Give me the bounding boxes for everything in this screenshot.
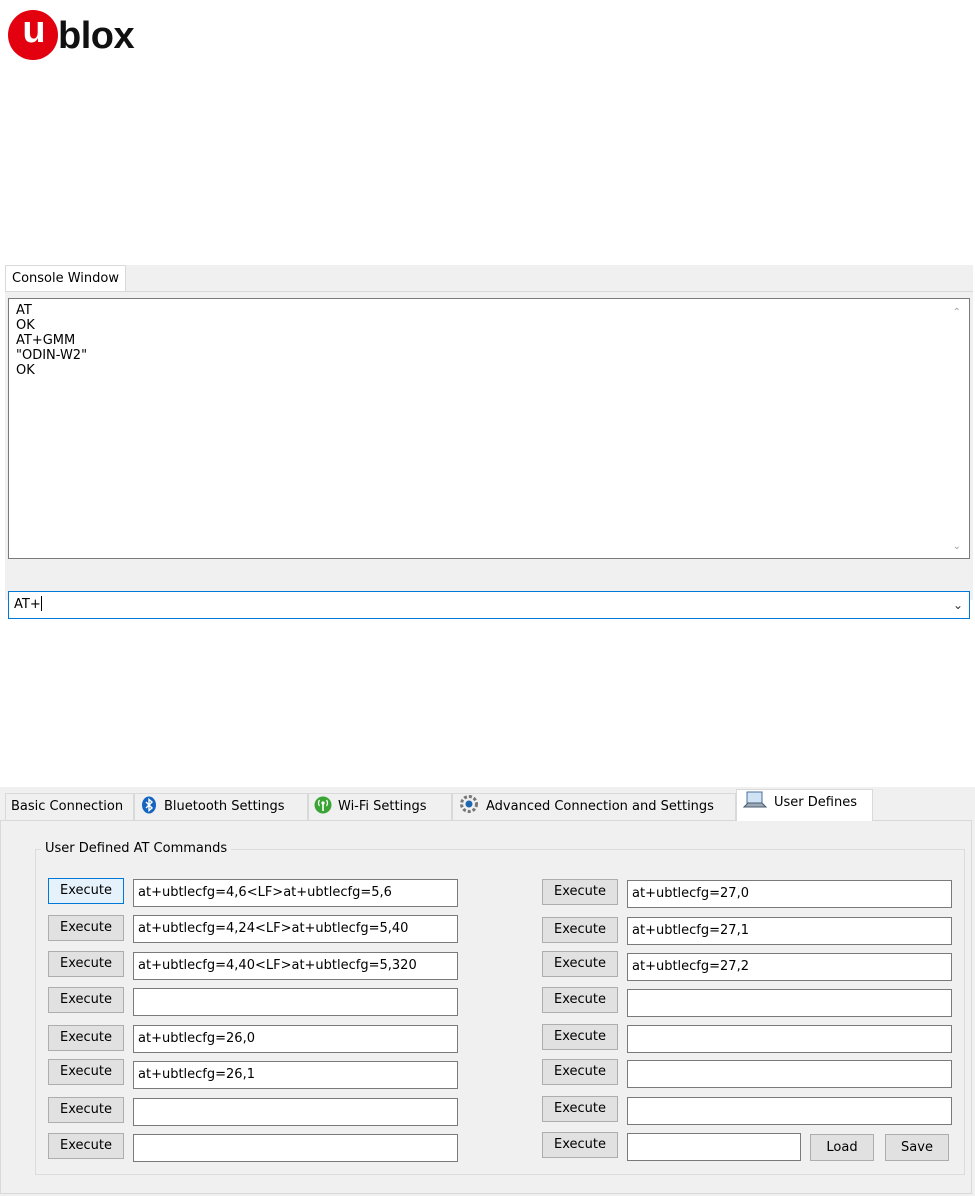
console-line: AT	[16, 303, 32, 318]
command-field-left-1[interactable]: at+ubtlecfg=4,6<LF>at+ubtlecfg=5,6	[133, 879, 458, 907]
execute-button-right-3[interactable]: Execute	[542, 951, 618, 977]
execute-button-left-2[interactable]: Execute	[48, 915, 124, 941]
command-field-right-3[interactable]: at+ubtlecfg=27,2	[627, 953, 952, 981]
settings-tabs: Basic Connection Bluetooth Settings Wi-F…	[0, 787, 975, 1196]
logo-wordmark: blox	[58, 15, 135, 57]
bluetooth-icon	[140, 796, 158, 823]
console-line: AT+GMM	[16, 333, 76, 348]
save-button[interactable]: Save	[885, 1134, 949, 1161]
command-field-right-8[interactable]	[627, 1133, 801, 1161]
console-line: "ODIN-W2"	[16, 348, 88, 363]
tab-console-window[interactable]: Console Window	[5, 265, 126, 292]
tab-advanced-connection[interactable]: Advanced Connection and Settings	[452, 793, 736, 820]
execute-button-left-1[interactable]: Execute	[48, 878, 124, 904]
command-field-left-4[interactable]	[133, 988, 458, 1016]
execute-button-left-8[interactable]: Execute	[48, 1133, 124, 1159]
execute-button-right-2[interactable]: Execute	[542, 917, 618, 943]
execute-button-left-5[interactable]: Execute	[48, 1025, 124, 1051]
command-field-right-1[interactable]: at+ubtlecfg=27,0	[627, 880, 952, 908]
command-input-value: AT+	[14, 597, 41, 612]
tab-wifi-settings[interactable]: Wi-Fi Settings	[308, 793, 452, 820]
tab-label: Basic Connection	[11, 799, 124, 814]
execute-button-left-7[interactable]: Execute	[48, 1097, 124, 1123]
console-output[interactable]: AT OK AT+GMM "ODIN-W2" OK ⌃ ⌄	[8, 298, 970, 559]
execute-button-left-4[interactable]: Execute	[48, 987, 124, 1013]
console-body: AT OK AT+GMM "ODIN-W2" OK ⌃ ⌄ AT+ ⌄	[5, 291, 973, 619]
group-title: User Defined AT Commands	[41, 841, 232, 857]
gear-icon	[458, 794, 480, 823]
tab-label: Advanced Connection and Settings	[486, 799, 714, 814]
command-field-right-6[interactable]	[627, 1060, 952, 1088]
command-input[interactable]: AT+ ⌄	[8, 591, 970, 619]
ublox-logo: u blox	[8, 6, 158, 62]
console-window: Console Window AT OK AT+GMM "ODIN-W2" OK…	[5, 265, 973, 619]
command-field-right-7[interactable]	[627, 1097, 952, 1125]
scroll-down-icon[interactable]: ⌄	[953, 541, 961, 552]
load-button[interactable]: Load	[810, 1134, 874, 1161]
tab-basic-connection[interactable]: Basic Connection	[5, 793, 134, 820]
console-line: OK	[16, 318, 35, 333]
scroll-up-icon[interactable]: ⌃	[953, 307, 961, 318]
execute-button-right-1[interactable]: Execute	[542, 879, 618, 905]
command-field-left-6[interactable]: at+ubtlecfg=26,1	[133, 1061, 458, 1089]
chevron-down-icon[interactable]: ⌄	[953, 592, 963, 618]
command-field-right-2[interactable]: at+ubtlecfg=27,1	[627, 917, 952, 945]
command-field-left-2[interactable]: at+ubtlecfg=4,24<LF>at+ubtlecfg=5,40	[133, 915, 458, 943]
execute-button-right-8[interactable]: Execute	[542, 1132, 618, 1158]
text-caret	[40, 596, 42, 611]
command-field-right-5[interactable]	[627, 1025, 952, 1053]
execute-button-left-6[interactable]: Execute	[48, 1059, 124, 1085]
command-field-left-7[interactable]	[133, 1098, 458, 1126]
tab-label: Bluetooth Settings	[164, 799, 285, 814]
execute-button-right-5[interactable]: Execute	[542, 1024, 618, 1050]
command-field-right-4[interactable]	[627, 989, 952, 1017]
command-field-left-5[interactable]: at+ubtlecfg=26,0	[133, 1025, 458, 1053]
command-field-left-3[interactable]: at+ubtlecfg=4,40<LF>at+ubtlecfg=5,320	[133, 952, 458, 980]
command-field-left-8[interactable]	[133, 1134, 458, 1162]
wifi-antenna-icon	[314, 796, 332, 823]
execute-button-left-3[interactable]: Execute	[48, 951, 124, 977]
execute-button-right-4[interactable]: Execute	[542, 987, 618, 1013]
logo-letter: u	[22, 9, 46, 51]
tab-label: Wi-Fi Settings	[338, 799, 427, 814]
execute-button-right-6[interactable]: Execute	[542, 1059, 618, 1085]
laptop-icon	[742, 790, 768, 819]
console-line: OK	[16, 363, 35, 378]
tab-user-defines[interactable]: User Defines	[736, 789, 873, 821]
execute-button-right-7[interactable]: Execute	[542, 1096, 618, 1122]
tab-label: User Defines	[774, 795, 857, 810]
tab-bluetooth-settings[interactable]: Bluetooth Settings	[134, 793, 308, 820]
